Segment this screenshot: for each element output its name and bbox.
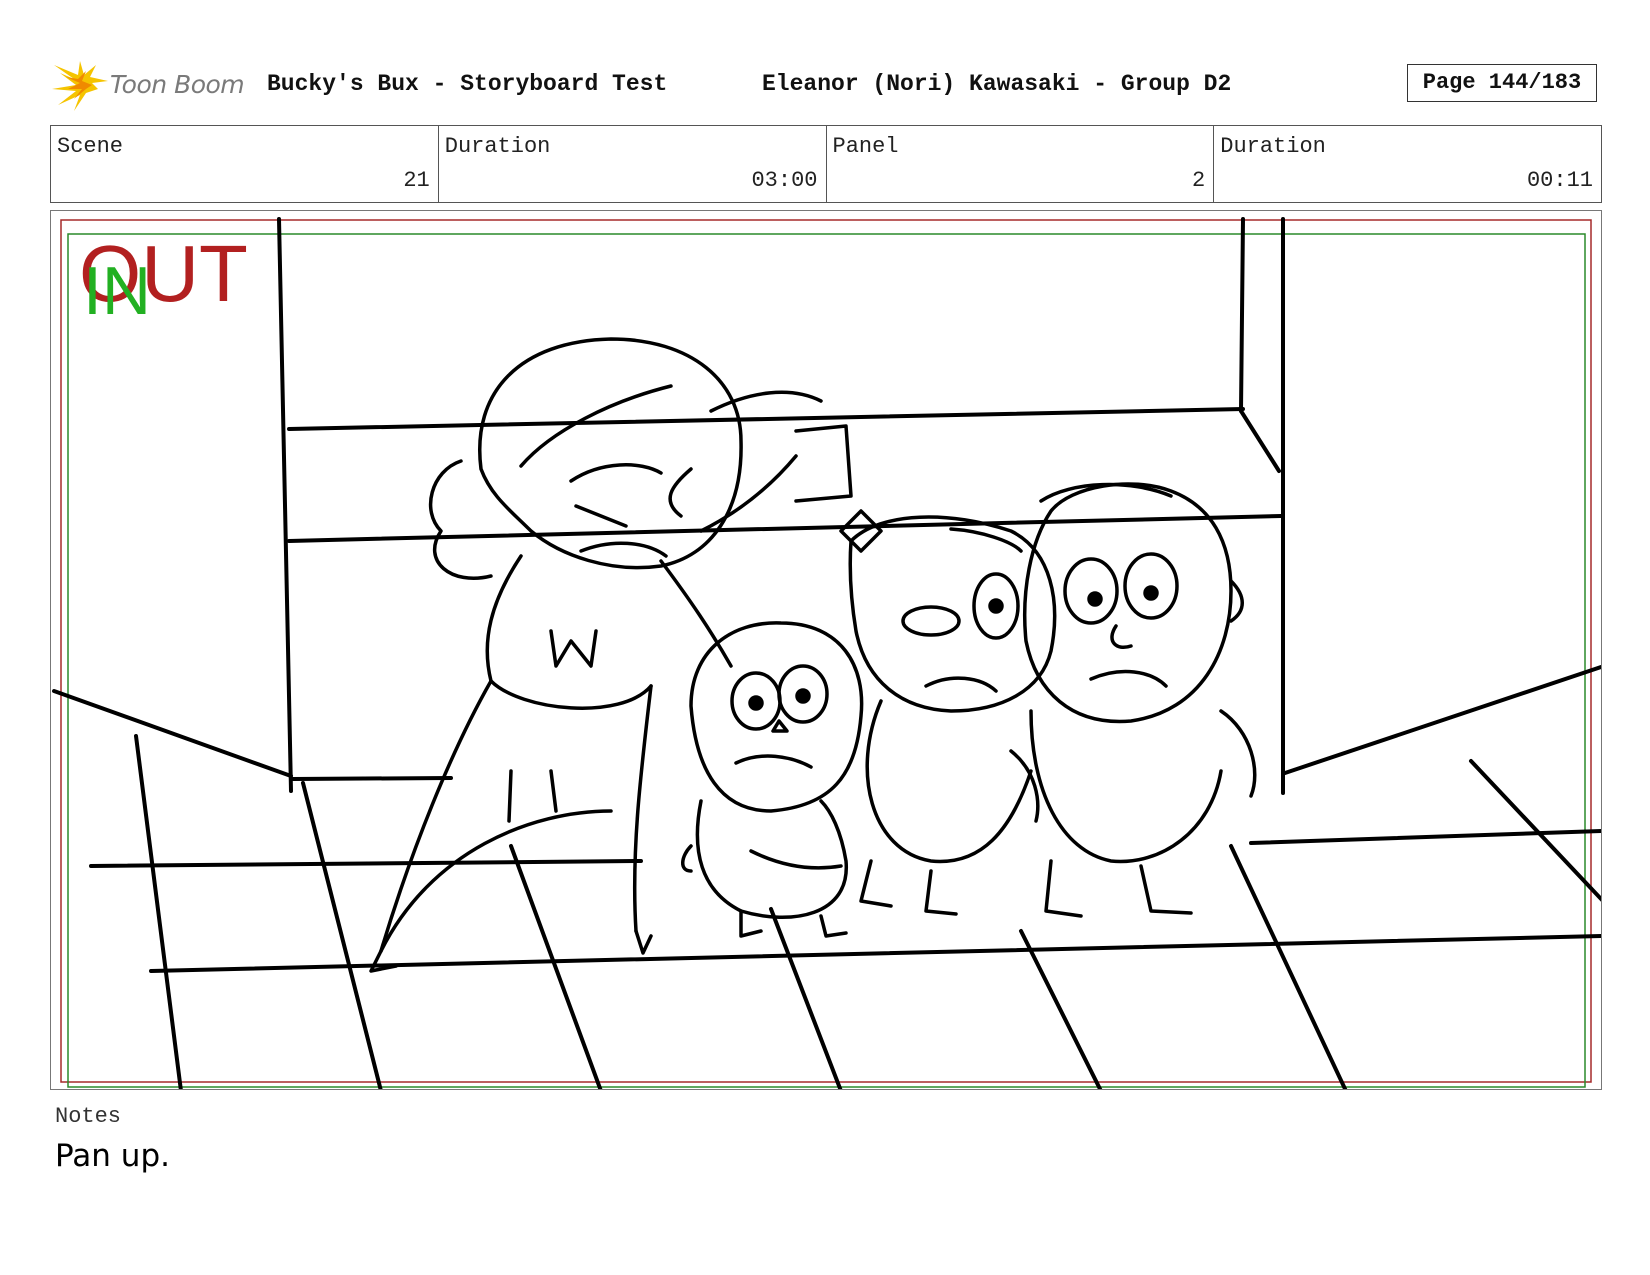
- notes-text: Pan up.: [55, 1138, 170, 1174]
- scene-cell: Scene 21: [51, 126, 439, 202]
- panel-duration-label: Duration: [1220, 134, 1326, 159]
- page-number: Page 144/183: [1407, 64, 1597, 102]
- scene-label: Scene: [57, 134, 124, 159]
- scene-value: 21: [403, 168, 430, 193]
- panel-info-table: Scene 21 Duration 03:00 Panel 2 Duration…: [50, 125, 1602, 203]
- out-frame: [60, 219, 1592, 1083]
- panel-label: Panel: [832, 134, 899, 159]
- scene-duration-cell: Duration 03:00: [439, 126, 827, 202]
- starburst-icon: [52, 61, 108, 111]
- panel-duration-value: 00:11: [1526, 168, 1593, 193]
- toon-boom-logo: Toon Boom: [52, 59, 252, 111]
- panel-duration-cell: Duration 00:11: [1214, 126, 1601, 202]
- panel-cell: Panel 2: [827, 126, 1215, 202]
- artist-name: Eleanor (Nori) Kawasaki - Group D2: [762, 71, 1232, 97]
- page-header: Toon Boom Bucky's Bux - Storyboard Test …: [52, 55, 1602, 115]
- scene-duration-value: 03:00: [751, 168, 818, 193]
- notes-label: Notes: [55, 1104, 122, 1129]
- character-sketch: [369, 337, 1257, 973]
- scene-duration-label: Duration: [444, 134, 551, 159]
- storyboard-panel: OUT IN: [50, 210, 1602, 1090]
- background-sketch: [52, 217, 1601, 1089]
- sketch-drawing: [52, 217, 1601, 1089]
- logo-text: Toon Boom: [110, 70, 245, 99]
- in-frame-label: IN: [83, 253, 151, 329]
- panel-value: 2: [1192, 168, 1206, 193]
- in-frame: [67, 233, 1586, 1088]
- storyboard-title: Bucky's Bux - Storyboard Test: [267, 71, 668, 97]
